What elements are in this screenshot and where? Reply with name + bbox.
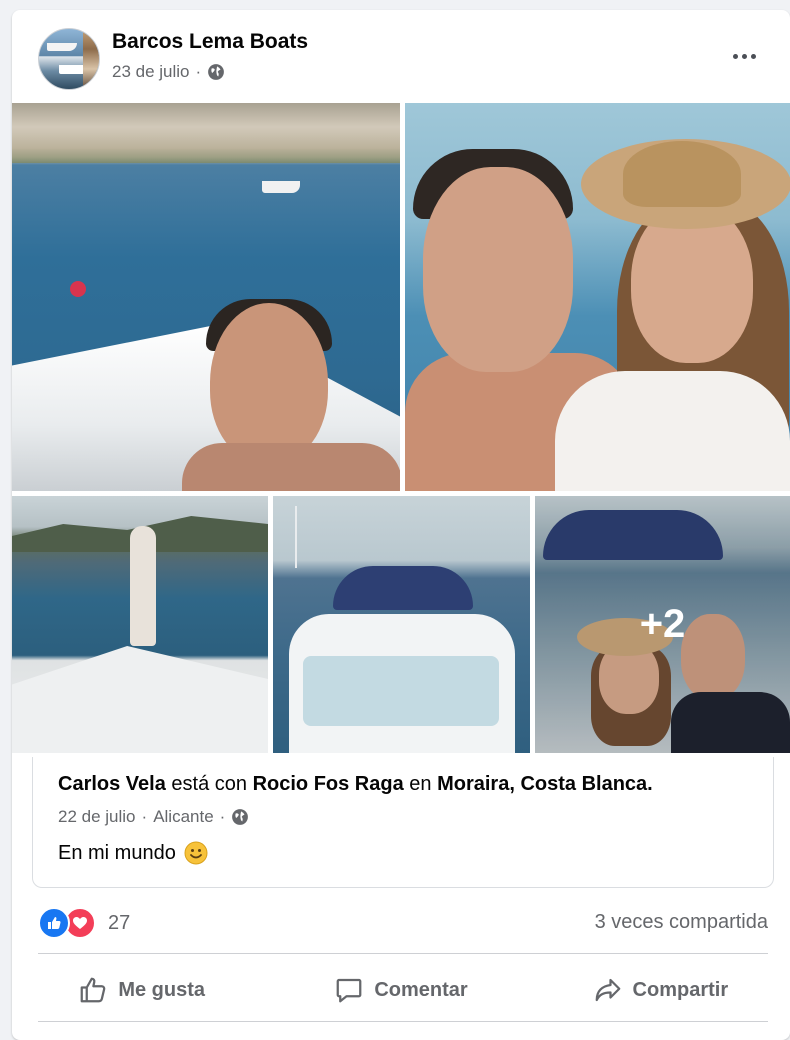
share-count[interactable]: 3 veces compartida xyxy=(595,911,768,934)
smile-emoji-icon xyxy=(184,841,208,865)
comment-icon xyxy=(336,978,362,1003)
post-card: Barcos Lema Boats 23 de julio · +2 Carlo… xyxy=(12,10,790,1040)
meta-separator: · xyxy=(141,807,148,826)
share-arrow-icon xyxy=(595,978,620,1002)
post-meta: 23 de julio · xyxy=(112,62,225,82)
shared-post-box[interactable]: Carlos Vela está con Rocio Fos Raga en M… xyxy=(32,757,774,888)
globe-icon[interactable] xyxy=(231,808,249,826)
like-label: Me gusta xyxy=(118,978,205,1001)
shared-post-meta: 22 de julio · Alicante · xyxy=(58,807,249,827)
more-options-button[interactable] xyxy=(724,40,764,72)
like-button[interactable]: Me gusta xyxy=(12,962,271,1018)
author-link[interactable]: Carlos Vela xyxy=(58,773,166,795)
post-header: Barcos Lema Boats 23 de julio · xyxy=(12,10,790,102)
post-date-link[interactable]: 23 de julio xyxy=(112,62,190,82)
share-label: Compartir xyxy=(632,978,729,1001)
comment-label: Comentar xyxy=(374,978,468,1001)
meta-separator: · xyxy=(219,807,226,826)
with-text: está con xyxy=(171,773,248,795)
globe-icon[interactable] xyxy=(207,63,225,81)
in-text: en xyxy=(409,773,432,795)
meta-separator: · xyxy=(195,62,202,81)
shared-post-title: Carlos Vela está con Rocio Fos Raga en M… xyxy=(58,773,653,796)
photo-4-boat-cockpit[interactable] xyxy=(273,496,530,753)
shared-post-message: En mi mundo xyxy=(58,841,208,865)
divider xyxy=(38,1021,768,1022)
place-link[interactable]: Moraira, Costa Blanca. xyxy=(437,773,653,795)
more-dot-icon xyxy=(741,53,747,59)
more-dot-icon xyxy=(732,53,738,59)
reactions-summary[interactable]: 27 xyxy=(38,907,130,939)
photo-3-woman-on-bow[interactable] xyxy=(12,496,268,753)
photo-2-couple[interactable] xyxy=(405,103,790,491)
post-actions: Me gusta Comentar Compartir xyxy=(12,962,790,1018)
more-dot-icon xyxy=(750,53,756,59)
comment-button[interactable]: Comentar xyxy=(271,962,530,1018)
post-stats: 27 3 veces compartida xyxy=(12,905,790,941)
shared-location-link[interactable]: Alicante xyxy=(153,807,213,827)
message-text: En mi mundo xyxy=(58,841,176,864)
share-button[interactable]: Compartir xyxy=(531,962,790,1018)
tagged-person-link[interactable]: Rocio Fos Raga xyxy=(253,773,404,795)
photo-1-boat-selfie[interactable] xyxy=(12,103,400,491)
page-avatar[interactable] xyxy=(38,28,100,90)
page-name-link[interactable]: Barcos Lema Boats xyxy=(112,30,308,54)
reaction-count[interactable]: 27 xyxy=(108,912,130,935)
divider xyxy=(38,953,768,954)
more-photos-count: +2 xyxy=(639,602,686,646)
like-reaction-icon xyxy=(38,907,70,939)
photo-5-more-photos[interactable]: +2 xyxy=(535,496,790,753)
shared-date-link[interactable]: 22 de julio xyxy=(58,807,136,827)
thumbs-up-icon xyxy=(80,977,106,1003)
